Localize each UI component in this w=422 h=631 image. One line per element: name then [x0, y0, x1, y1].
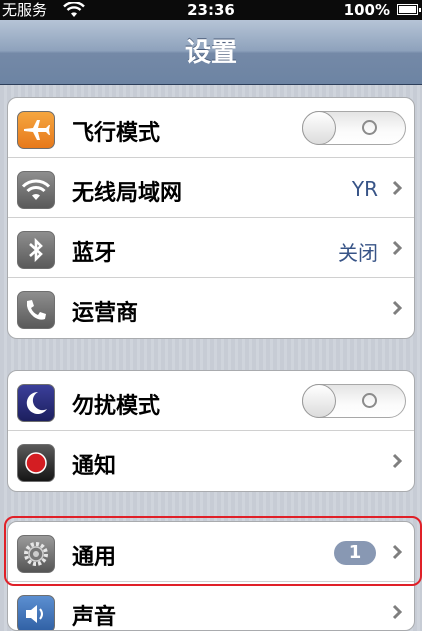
- toggle-knob: [302, 111, 336, 145]
- settings-row-label: 勿扰模式: [72, 394, 161, 419]
- settings-row-do-not-disturb: 勿扰模式: [8, 371, 414, 431]
- toggle-knob: [302, 384, 336, 418]
- airplane-mode-toggle[interactable]: [302, 111, 406, 145]
- chevron-right-icon: [392, 180, 402, 196]
- chevron-right-icon: [392, 604, 402, 620]
- settings-row-label: 运营商: [72, 301, 139, 326]
- battery-percent: 100%: [343, 1, 390, 19]
- settings-row-notifications[interactable]: 通知: [8, 431, 414, 491]
- status-bar: 无服务 23:36 100%: [0, 0, 422, 20]
- bluetooth-icon: [17, 231, 55, 269]
- settings-row-carrier[interactable]: 运营商: [8, 278, 414, 338]
- settings-row-sounds[interactable]: 声音: [8, 582, 414, 630]
- settings-row-label: 蓝牙: [72, 241, 117, 266]
- settings-row-label: 声音: [72, 605, 117, 630]
- do-not-disturb-toggle[interactable]: [302, 384, 406, 418]
- chevron-right-icon: [392, 240, 402, 256]
- toggle-off-indicator: [362, 120, 377, 135]
- settings-row-bluetooth[interactable]: 蓝牙 关闭: [8, 218, 414, 278]
- toggle-off-indicator: [362, 393, 377, 408]
- settings-row-label: 无线局域网: [72, 181, 183, 206]
- settings-row-airplane-mode: 飞行模式: [8, 98, 414, 158]
- navigation-bar: 设置: [0, 20, 422, 85]
- settings-group-notifications: 勿扰模式 通知: [7, 370, 415, 492]
- bluetooth-status-value: 关闭: [338, 241, 378, 265]
- speaker-icon: [17, 595, 55, 630]
- notification-icon: [17, 444, 55, 482]
- settings-row-label: 通知: [72, 454, 117, 479]
- settings-row-wifi[interactable]: 无线局域网 YR: [8, 158, 414, 218]
- chevron-right-icon: [392, 453, 402, 469]
- annotation-highlight: [4, 516, 422, 586]
- page-title: 设置: [184, 38, 237, 68]
- settings-group-connectivity: 飞行模式 无线局域网 YR 蓝牙 关闭 运营商: [7, 97, 415, 339]
- settings-row-label: 飞行模式: [72, 121, 161, 146]
- moon-icon: [17, 384, 55, 422]
- wifi-icon: [17, 171, 55, 209]
- phone-icon: [17, 291, 55, 329]
- wifi-network-value: YR: [351, 177, 378, 201]
- chevron-right-icon: [392, 300, 402, 316]
- battery-icon: [397, 4, 421, 15]
- airplane-icon: [17, 111, 55, 149]
